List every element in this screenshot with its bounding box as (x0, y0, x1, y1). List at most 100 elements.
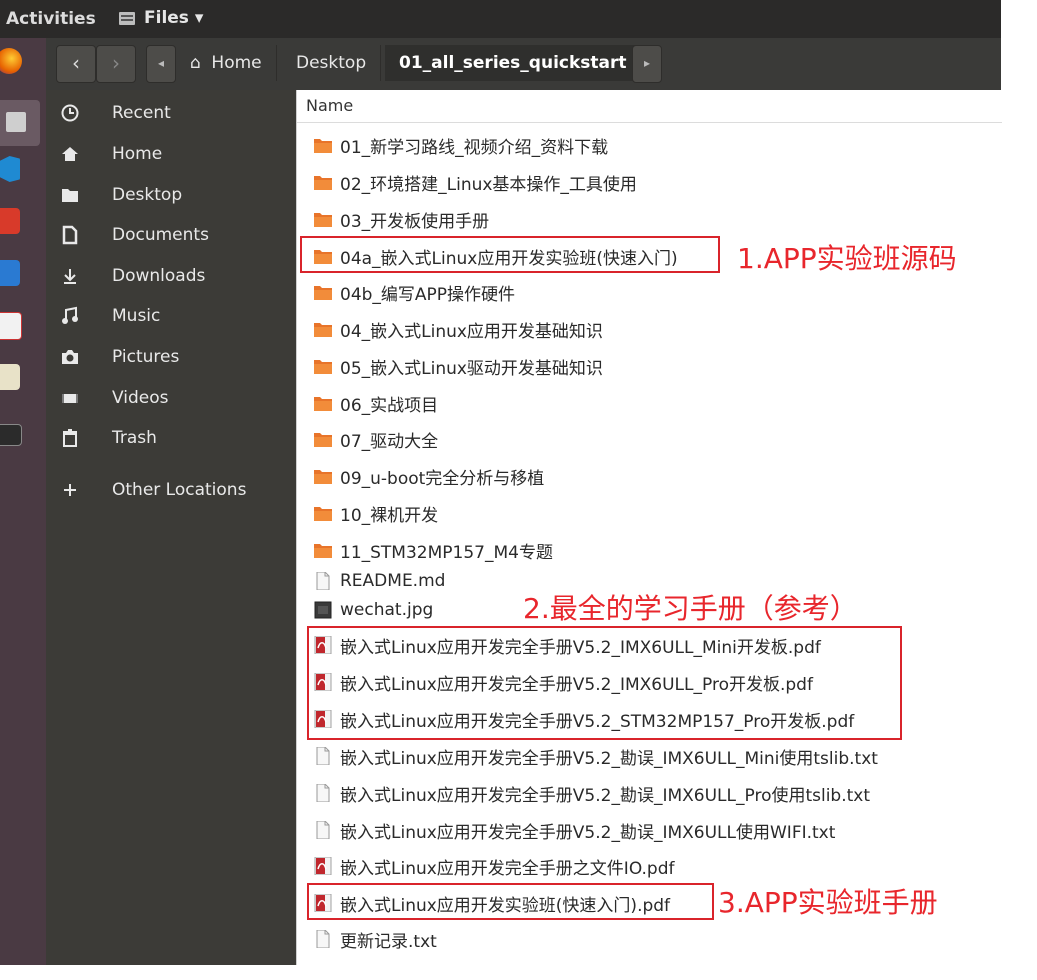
breadcrumb-home-label: Home (211, 53, 262, 73)
pdf-file-icon (314, 857, 332, 875)
highlight-box (307, 883, 714, 920)
file-name-label: 02_环境搭建_Linux基本操作_工具使用 (340, 174, 637, 195)
folder-row[interactable]: 04_嵌入式Linux应用开发基础知识 (313, 314, 603, 344)
folder-icon (314, 139, 332, 153)
path-scroll-left-button[interactable]: ◂ (146, 45, 176, 83)
breadcrumb-current-folder[interactable]: 01_all_series_quickstart (385, 45, 642, 81)
file-name-label: 06_实战项目 (340, 395, 439, 416)
file-row[interactable]: 嵌入式Linux应用开发完全手册V5.2_勘误_IMX6ULL_Pro使用tsl… (313, 778, 870, 808)
text-file-icon (316, 572, 330, 590)
file-row[interactable]: 更新记录.txt (313, 924, 437, 954)
file-name-label: 嵌入式Linux应用开发完全手册之文件IO.pdf (340, 858, 675, 879)
file-name-label: 04_嵌入式Linux应用开发基础知识 (340, 321, 603, 342)
folder-icon (314, 360, 332, 374)
files-launcher-icon[interactable] (0, 100, 40, 146)
folder-row[interactable]: 02_环境搭建_Linux基本操作_工具使用 (313, 167, 637, 197)
forward-button[interactable]: › (96, 45, 136, 83)
sidebar-item-home[interactable]: Home (46, 134, 296, 172)
sidebar-item-recent[interactable]: Recent (46, 93, 296, 131)
column-header-label: Name (306, 96, 354, 115)
folder-icon (314, 397, 332, 411)
sidebar-item-music[interactable]: Music (46, 296, 296, 334)
terminal-icon[interactable] (0, 424, 22, 446)
folder-row[interactable]: 10_裸机开发 (313, 498, 438, 528)
file-name-label: 03_开发板使用手册 (340, 211, 490, 232)
sidebar-item-label: Pictures (112, 347, 180, 367)
folder-icon (314, 544, 332, 558)
file-name-label: 09_u-boot完全分析与移植 (340, 468, 545, 489)
sidebar-item-pictures[interactable]: Pictures (46, 337, 296, 375)
folder-icon (314, 433, 332, 447)
sidebar-item-desktop[interactable]: Desktop (46, 175, 296, 213)
text-editor-icon[interactable] (0, 364, 20, 390)
video-icon (62, 394, 78, 403)
breadcrumb-home[interactable]: ⌂ Home (176, 45, 277, 81)
sidebar-item-documents[interactable]: Documents (46, 215, 296, 253)
folder-row[interactable]: 04b_编写APP操作硬件 (313, 277, 515, 307)
folder-row[interactable]: 01_新学习路线_视频介绍_资料下载 (313, 130, 608, 160)
top-bar: Activities Files ▾ (0, 0, 1001, 38)
folder-icon (314, 176, 332, 190)
activities-button[interactable]: Activities (6, 9, 96, 29)
file-name-label: README.md (340, 571, 446, 591)
file-row[interactable]: 嵌入式Linux应用开发完全手册V5.2_勘误_IMX6ULL使用WIFI.tx… (313, 815, 835, 845)
back-button[interactable]: ‹ (56, 45, 96, 83)
sidebar-item-other-locations[interactable]: Other Locations (46, 470, 296, 508)
vscode-icon[interactable] (0, 156, 20, 182)
folder-icon (314, 213, 332, 227)
trash-icon (63, 429, 77, 447)
sidebar-item-label: Videos (112, 388, 169, 408)
file-name-label: 10_裸机开发 (340, 505, 439, 526)
text-file-icon (316, 930, 330, 948)
sidebar-item-label: Home (112, 144, 163, 164)
file-name-label: wechat.jpg (340, 600, 434, 620)
file-name-label: 嵌入式Linux应用开发完全手册V5.2_勘误_IMX6ULL_Mini使用ts… (340, 748, 878, 769)
breadcrumb-desktop[interactable]: Desktop (282, 45, 382, 81)
music-icon (62, 306, 78, 324)
annotation-note-1: 1.APP实验班源码 (737, 242, 957, 275)
file-row[interactable]: wechat.jpg (313, 595, 433, 625)
sidebar-item-videos[interactable]: Videos (46, 378, 296, 416)
home-icon (62, 147, 78, 161)
highlight-box (300, 236, 720, 273)
files-app-label: Files ▾ (144, 8, 204, 28)
image-file-icon (314, 601, 332, 619)
sidebar-item-label: Documents (112, 225, 209, 245)
files-app-icon (119, 12, 135, 25)
path-scroll-right-button[interactable]: ▸ (632, 45, 662, 83)
folder-icon (314, 323, 332, 337)
plus-icon (64, 484, 76, 496)
writer-icon[interactable] (0, 260, 20, 286)
sidebar-item-downloads[interactable]: Downloads (46, 256, 296, 294)
folder-row[interactable]: 09_u-boot完全分析与移植 (313, 461, 544, 491)
file-row[interactable]: 嵌入式Linux应用开发完全手册V5.2_勘误_IMX6ULL_Mini使用ts… (313, 741, 878, 771)
sidebar-item-label: Other Locations (112, 480, 247, 500)
sidebar-item-label: Recent (112, 103, 171, 123)
folder-icon (314, 507, 332, 521)
clock-icon (61, 104, 79, 122)
office-icon[interactable] (0, 208, 20, 234)
file-row[interactable]: 嵌入式Linux应用开发完全手册之文件IO.pdf (313, 851, 674, 881)
folder-row[interactable]: 06_实战项目 (313, 388, 438, 418)
file-name-label: 01_新学习路线_视频介绍_资料下载 (340, 137, 609, 158)
text-file-icon (316, 784, 330, 802)
folder-row[interactable]: 11_STM32MP157_M4专题 (313, 535, 553, 565)
folder-row[interactable]: 07_驱动大全 (313, 424, 438, 454)
sidebar-item-label: Trash (112, 428, 157, 448)
places-sidebar: Recent Home Desktop Documents Downloads … (46, 90, 296, 965)
folder-row[interactable]: 05_嵌入式Linux驱动开发基础知识 (313, 351, 603, 381)
column-header-name[interactable]: Name (297, 90, 1002, 123)
document-viewer-icon[interactable] (0, 312, 22, 340)
files-app-menu[interactable]: Files ▾ (118, 8, 203, 28)
folder-icon (314, 470, 332, 484)
firefox-icon[interactable] (0, 48, 22, 74)
file-row[interactable]: README.md (313, 566, 445, 596)
sidebar-item-label: Desktop (112, 185, 183, 205)
file-list-view: Name 01_新学习路线_视频介绍_资料下载 02_环境搭建_Linux基本操作… (296, 90, 1002, 965)
document-icon (62, 225, 78, 245)
sidebar-item-trash[interactable]: Trash (46, 418, 296, 456)
file-name-label: 11_STM32MP157_M4专题 (340, 542, 553, 563)
folder-icon (62, 189, 78, 202)
folder-row[interactable]: 03_开发板使用手册 (313, 204, 489, 234)
download-icon (64, 269, 76, 284)
